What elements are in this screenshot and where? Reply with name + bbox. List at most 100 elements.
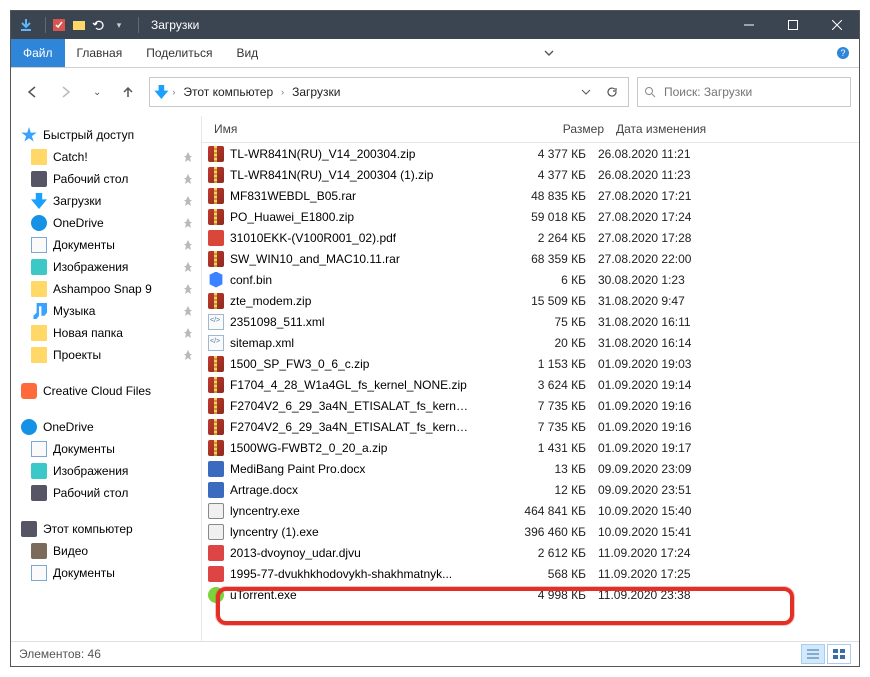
minimize-button[interactable] xyxy=(727,11,771,39)
file-row[interactable]: F2704V2_6_29_3a4N_ETISALAT_fs_kernel_...… xyxy=(202,416,859,437)
zip-icon xyxy=(208,356,224,372)
file-row[interactable]: sitemap.xml20 КБ31.08.2020 16:14 xyxy=(202,332,859,353)
file-size: 2 264 КБ xyxy=(474,231,592,245)
file-row[interactable]: 1500WG-FWBT2_0_20_a.zip1 431 КБ01.09.202… xyxy=(202,437,859,458)
file-row[interactable]: zte_modem.zip15 509 КБ31.08.2020 9:47 xyxy=(202,290,859,311)
nav-item[interactable]: Ashampoo Snap 9 xyxy=(11,278,201,300)
quick-dropdown-icon[interactable]: ▾ xyxy=(112,18,126,32)
status-count: Элементов: 46 xyxy=(19,647,101,661)
close-button[interactable] xyxy=(815,11,859,39)
help-icon[interactable]: ? xyxy=(827,39,859,67)
file-row[interactable]: uTorrent.exe4 998 КБ11.09.2020 23:38 xyxy=(202,584,859,605)
nav-creative-cloud[interactable]: Creative Cloud Files xyxy=(11,380,201,402)
file-row[interactable]: lyncentry.exe464 841 КБ10.09.2020 15:40 xyxy=(202,500,859,521)
header-name[interactable]: Имя xyxy=(208,122,486,136)
file-date: 26.08.2020 11:23 xyxy=(592,168,778,182)
nav-item[interactable]: Новая папка xyxy=(11,322,201,344)
nav-item[interactable]: OneDrive xyxy=(11,212,201,234)
nav-item[interactable]: Catch! xyxy=(11,146,201,168)
folder-icon xyxy=(31,149,47,165)
quick-newfolder-icon[interactable] xyxy=(72,18,86,32)
file-row[interactable]: lyncentry (1).exe396 460 КБ10.09.2020 15… xyxy=(202,521,859,542)
doc-icon xyxy=(31,441,47,457)
tab-view[interactable]: Вид xyxy=(224,39,270,67)
nav-forward-button[interactable] xyxy=(53,79,79,105)
titlebar: ▾ Загрузки xyxy=(11,11,859,39)
view-details-button[interactable] xyxy=(801,644,825,664)
file-row[interactable]: conf.bin6 КБ30.08.2020 1:23 xyxy=(202,269,859,290)
nav-this-pc[interactable]: Этот компьютер xyxy=(11,518,201,540)
file-name: 1500WG-FWBT2_0_20_a.zip xyxy=(230,441,387,455)
file-date: 11.09.2020 17:24 xyxy=(592,546,778,560)
file-size: 568 КБ xyxy=(474,567,592,581)
header-date[interactable]: Дата изменения xyxy=(610,122,802,136)
nav-recent-button[interactable]: ⌄ xyxy=(87,87,107,98)
file-size: 75 КБ xyxy=(474,315,592,329)
file-row[interactable]: 2013-dvoynoy_udar.djvu2 612 КБ11.09.2020… xyxy=(202,542,859,563)
crumb-current[interactable]: Загрузки xyxy=(288,85,344,99)
ut-icon xyxy=(208,587,224,603)
file-date: 11.09.2020 17:25 xyxy=(592,567,778,581)
zip-icon xyxy=(208,251,224,267)
pic-icon xyxy=(31,463,47,479)
breadcrumb-dropdown-icon[interactable] xyxy=(574,80,598,104)
file-row[interactable]: MediBang Paint Pro.docx13 КБ09.09.2020 2… xyxy=(202,458,859,479)
file-size: 4 377 КБ xyxy=(474,168,592,182)
search-box[interactable] xyxy=(637,77,851,107)
chevron-right-icon[interactable]: › xyxy=(172,87,175,97)
tab-home[interactable]: Главная xyxy=(65,39,135,67)
ribbon-expand-icon[interactable] xyxy=(533,39,565,67)
tab-file[interactable]: Файл xyxy=(11,39,65,67)
view-large-button[interactable] xyxy=(827,644,851,664)
file-row[interactable]: SW_WIN10_and_MAC10.11.rar68 359 КБ27.08.… xyxy=(202,248,859,269)
file-row[interactable]: F1704_4_28_W1a4GL_fs_kernel_NONE.zip3 62… xyxy=(202,374,859,395)
exe-icon xyxy=(208,503,224,519)
header-size[interactable]: Размер xyxy=(486,122,610,136)
nav-pane[interactable]: Быстрый доступ Catch!Рабочий столЗагрузк… xyxy=(11,116,202,641)
nav-item[interactable]: Изображения xyxy=(11,460,201,482)
nav-onedrive[interactable]: OneDrive xyxy=(11,416,201,438)
refresh-icon[interactable] xyxy=(600,80,624,104)
file-name: MediBang Paint Pro.docx xyxy=(230,462,365,476)
search-input[interactable] xyxy=(662,84,844,100)
nav-item[interactable]: Документы xyxy=(11,562,201,584)
nav-item[interactable]: Рабочий стол xyxy=(11,168,201,190)
file-row[interactable]: 31010EKK-(V100R001_02).pdf2 264 КБ27.08.… xyxy=(202,227,859,248)
download-folder-icon xyxy=(154,85,168,99)
crumb-root[interactable]: Этот компьютер xyxy=(179,85,277,99)
file-row[interactable]: MF831WEBDL_B05.rar48 835 КБ27.08.2020 17… xyxy=(202,185,859,206)
zip-icon xyxy=(208,209,224,225)
nav-item[interactable]: Музыка xyxy=(11,300,201,322)
nav-item[interactable]: Проекты xyxy=(11,344,201,366)
nav-quick-access[interactable]: Быстрый доступ xyxy=(11,124,201,146)
tab-share[interactable]: Поделиться xyxy=(134,39,224,67)
nav-item[interactable]: Рабочий стол xyxy=(11,482,201,504)
file-date: 27.08.2020 17:28 xyxy=(592,231,778,245)
nav-item[interactable]: Документы xyxy=(11,438,201,460)
nav-item[interactable]: Видео xyxy=(11,540,201,562)
file-row[interactable]: TL-WR841N(RU)_V14_200304 (1).zip4 377 КБ… xyxy=(202,164,859,185)
file-row[interactable]: 1500_SP_FW3_0_6_c.zip1 153 КБ01.09.2020 … xyxy=(202,353,859,374)
onedrive-icon xyxy=(31,215,47,231)
quick-properties-icon[interactable] xyxy=(52,18,66,32)
chevron-right-icon[interactable]: › xyxy=(281,87,284,97)
file-row[interactable]: Artrage.docx12 КБ09.09.2020 23:51 xyxy=(202,479,859,500)
nav-back-button[interactable] xyxy=(19,79,45,105)
file-row[interactable]: 2351098_511.xml75 КБ31.08.2020 16:11 xyxy=(202,311,859,332)
file-row[interactable]: PO_Huawei_E1800.zip59 018 КБ27.08.2020 1… xyxy=(202,206,859,227)
bin-icon xyxy=(208,272,224,288)
nav-up-button[interactable] xyxy=(115,79,141,105)
zip-icon xyxy=(208,293,224,309)
window-title: Загрузки xyxy=(151,18,199,32)
file-row[interactable]: 1995-77-dvukhkhodovykh-shakhmatnyk...568… xyxy=(202,563,859,584)
file-rows[interactable]: TL-WR841N(RU)_V14_200304.zip4 377 КБ26.0… xyxy=(202,143,859,641)
file-row[interactable]: TL-WR841N(RU)_V14_200304.zip4 377 КБ26.0… xyxy=(202,143,859,164)
nav-item[interactable]: Изображения xyxy=(11,256,201,278)
nav-item[interactable]: Документы xyxy=(11,234,201,256)
maximize-button[interactable] xyxy=(771,11,815,39)
quick-undo-icon[interactable] xyxy=(92,18,106,32)
file-name: MF831WEBDL_B05.rar xyxy=(230,189,356,203)
file-row[interactable]: F2704V2_6_29_3a4N_ETISALAT_fs_kernel_...… xyxy=(202,395,859,416)
breadcrumb[interactable]: › Этот компьютер › Загрузки xyxy=(149,77,629,107)
nav-item[interactable]: Загрузки xyxy=(11,190,201,212)
